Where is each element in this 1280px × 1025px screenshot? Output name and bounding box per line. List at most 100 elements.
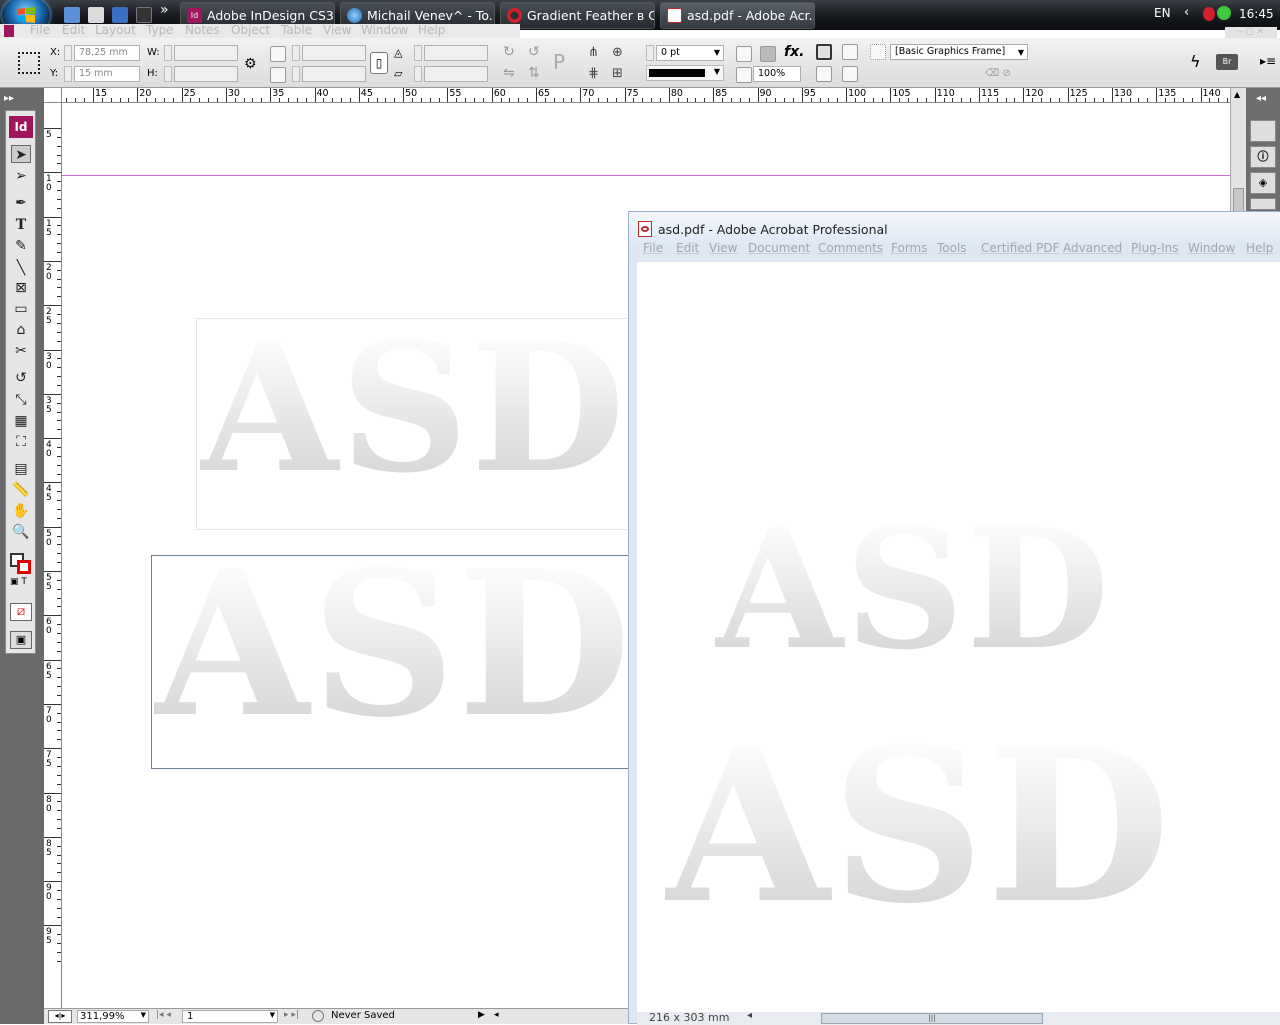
panel-menu-icon[interactable]: ▸≡ (1260, 54, 1276, 68)
h-stepper[interactable] (164, 66, 172, 82)
scale-tool-icon[interactable]: ⤡ (11, 391, 31, 409)
stroke-weight-field[interactable]: 0 pt ▼ (656, 45, 724, 61)
y-stepper[interactable] (64, 66, 72, 82)
tray-expand-icon[interactable]: ‹ (1184, 5, 1189, 20)
scale-y-field[interactable] (302, 66, 366, 82)
acro-menu-edit[interactable]: Edit (676, 241, 699, 255)
stroke-weight-stepper[interactable] (646, 45, 654, 61)
lightning-icon[interactable]: ϟ (1190, 52, 1201, 71)
formatting-container-icon[interactable]: ▣ T (10, 577, 27, 587)
text-wrap-jump-icon[interactable] (842, 66, 858, 82)
hand-tool-icon[interactable]: ✋ (11, 502, 31, 520)
window-controls[interactable]: – ▢ ✕ (1225, 27, 1277, 38)
scissors-tool-icon[interactable]: ✂ (11, 342, 31, 360)
shear-stepper[interactable] (414, 66, 422, 82)
measure-tool-icon[interactable]: 📏 (11, 481, 31, 499)
taskbar-button-acrobat[interactable]: asd.pdf - Adobe Acr... (660, 2, 815, 29)
menu-file[interactable]: File (30, 24, 50, 37)
drop-shadow-icon[interactable] (736, 46, 752, 62)
rotate-field[interactable] (424, 45, 488, 61)
scroll-thumb[interactable] (1233, 188, 1244, 212)
selection-tool-icon[interactable]: ➤ (11, 145, 31, 163)
acro-menu-file[interactable]: File (643, 241, 663, 255)
scroll-up-icon[interactable]: ▲ (1234, 90, 1240, 99)
first-page-icon[interactable]: |◂ ◂ (156, 1010, 171, 1020)
rotate-tool-icon[interactable]: ↺ (11, 369, 31, 387)
apply-none-icon[interactable]: ⧄ (10, 603, 32, 621)
select-container-icon[interactable]: ⋔ (588, 45, 599, 60)
menu-window[interactable]: Window (361, 24, 408, 37)
w-field[interactable] (174, 45, 238, 61)
scale-x-stepper[interactable] (292, 45, 300, 61)
save-disk-icon[interactable] (112, 7, 128, 23)
screen-mode-icon[interactable]: ▣ (10, 631, 32, 649)
menu-view[interactable]: View (323, 24, 351, 37)
calculator-icon[interactable] (88, 7, 104, 23)
pdf-document-view[interactable]: ASD ASD (637, 262, 1280, 1013)
hscroll-thumb[interactable]: ||| (821, 1013, 1043, 1024)
pen-tool-icon[interactable]: ✒ (11, 194, 31, 212)
acro-menu-help[interactable]: Help (1246, 241, 1273, 255)
acro-menu-view[interactable]: View (709, 241, 737, 255)
w-stepper[interactable] (164, 45, 172, 61)
scale-x-icon[interactable] (270, 46, 286, 62)
free-transform-tool-icon[interactable]: ⛶ (11, 433, 31, 451)
page-field[interactable]: 1 ▼ (182, 1010, 278, 1023)
preflight-icon[interactable] (312, 1010, 324, 1022)
clock[interactable]: 16:45 (1239, 7, 1274, 21)
acro-menu-tools[interactable]: Tools (937, 241, 967, 255)
rotate-ccw-icon[interactable]: ↺ (528, 44, 540, 60)
menu-help[interactable]: Help (418, 24, 445, 37)
acro-menu-document[interactable]: Document (748, 241, 810, 255)
note-tool-icon[interactable]: ▤ (11, 460, 31, 478)
menu-object[interactable]: Object (231, 24, 270, 37)
acro-menu-advanced[interactable]: Advanced (1063, 241, 1122, 255)
x-field[interactable]: 78,25 mm (74, 45, 140, 61)
line-tool-icon[interactable]: ╲ (11, 259, 31, 277)
acro-menu-comments[interactable]: Comments (818, 241, 883, 255)
fx-effects-icon[interactable]: fx. (784, 44, 804, 60)
hscroll-left-icon[interactable]: ◂ (747, 1010, 752, 1021)
acro-menu-window[interactable]: Window (1188, 241, 1235, 255)
select-content-icon[interactable]: ⊕ (612, 45, 623, 60)
winrar-icon[interactable] (136, 7, 152, 23)
acro-menu-certified-pdf[interactable]: Certified PDF (981, 241, 1060, 255)
expand-panels-icon[interactable]: ◂◂ (1256, 93, 1266, 104)
show-desktop-icon[interactable] (64, 7, 80, 23)
menu-type[interactable]: Type (146, 24, 174, 37)
bridge-icon[interactable]: Br (1216, 54, 1238, 70)
language-indicator[interactable]: EN (1154, 6, 1171, 20)
taskbar-button-opera[interactable]: Gradient Feather в C... (500, 2, 655, 29)
reference-point-icon[interactable] (18, 52, 40, 74)
acro-menu-plug-ins[interactable]: Plug-Ins (1131, 241, 1179, 255)
flip-horizontal-icon[interactable]: ⇋ (503, 65, 515, 81)
network-icon[interactable] (1217, 6, 1231, 20)
scale-y-stepper[interactable] (292, 66, 300, 82)
rectangle-tool-icon[interactable]: ▭ (11, 300, 31, 318)
rotate-cw-icon[interactable]: ↻ (503, 44, 515, 60)
taskbar-overflow-icon[interactable]: » (160, 2, 169, 18)
links-panel-icon[interactable] (1250, 198, 1276, 210)
indesign-menu-icon[interactable] (4, 25, 14, 37)
scale-x-field[interactable] (302, 45, 366, 61)
direct-selection-tool-icon[interactable]: ➢ (11, 167, 31, 185)
type-tool-icon[interactable]: T (11, 216, 31, 234)
rotate-stepper[interactable] (414, 45, 422, 61)
h-field[interactable] (174, 66, 238, 82)
menu-edit[interactable]: Edit (62, 24, 85, 37)
button-tool-icon[interactable]: ⌂ (11, 321, 31, 339)
constrain-scale-link-icon[interactable]: ▯ (370, 52, 388, 74)
info-panel-icon[interactable]: ⓘ (1250, 146, 1276, 168)
constrain-proportions-icon[interactable]: ⚙ (244, 56, 257, 72)
zoom-tool-icon[interactable]: 🔍 (11, 523, 31, 541)
zoom-field[interactable]: 311,99% ▼ (77, 1010, 149, 1023)
menu-notes[interactable]: Notes (185, 24, 220, 37)
clear-overrides-icon[interactable]: ⌫ ⊘ (985, 68, 1011, 79)
select-previous-icon[interactable]: ⋕ (588, 66, 599, 81)
text-wrap-shape-icon[interactable] (816, 66, 832, 82)
opacity-field[interactable]: 100% (753, 66, 801, 82)
stroke-swatch[interactable] (17, 560, 31, 574)
flip-vertical-icon[interactable]: ⇅ (528, 65, 540, 81)
y-field[interactable]: 15 mm (74, 66, 140, 82)
text-wrap-bounding-icon[interactable] (842, 44, 858, 60)
